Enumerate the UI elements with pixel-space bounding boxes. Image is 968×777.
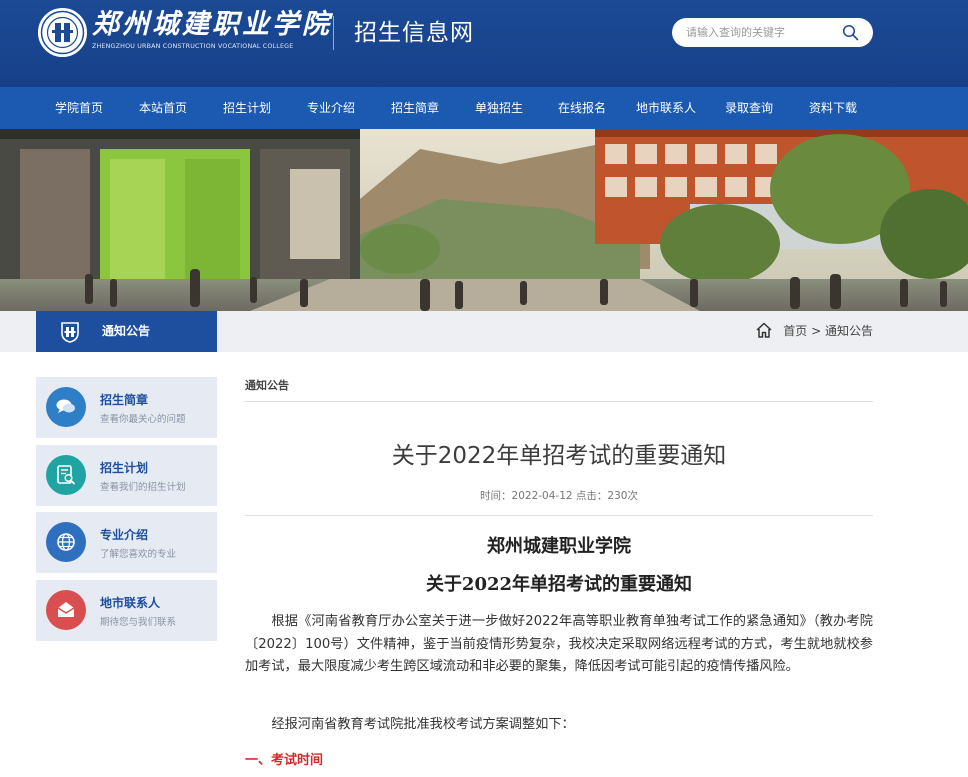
college-emblem-icon <box>61 322 79 343</box>
nav-item-admission-query[interactable]: 录取查询 <box>725 87 773 129</box>
sidebar-item-enrollment-plan[interactable]: 招生计划 查看我们的招生计划 <box>36 445 217 506</box>
search-input[interactable] <box>686 24 836 41</box>
nav-item-enrollment-plan[interactable]: 招生计划 <box>223 87 271 129</box>
content-section-header: 通知公告 <box>245 377 873 402</box>
meta-divider <box>245 515 873 516</box>
college-name-cn: 郑州城建职业学院 <box>92 9 332 40</box>
nav-item-admission-guide[interactable]: 招生简章 <box>391 87 439 129</box>
main-nav: 学院首页 本站首页 招生计划 专业介绍 招生简章 单独招生 在线报名 地市联系人… <box>0 87 968 129</box>
header-divider <box>333 16 334 50</box>
article-meta: 时间：2022-04-12 点击：230次 <box>480 490 638 502</box>
section-title: 通知公告 <box>102 324 151 338</box>
chat-bubbles-icon <box>56 399 75 413</box>
sidebar-icon-circle <box>46 387 86 427</box>
nav-item-college-home[interactable]: 学院首页 <box>55 87 103 129</box>
breadcrumb: 首页 > 通知公告 <box>755 311 873 352</box>
sidebar-item-desc: 期待您与我们联系 <box>100 617 177 628</box>
campus-banner-image <box>0 129 968 311</box>
nav-item-city-contacts[interactable]: 地市联系人 <box>636 87 696 129</box>
globe-icon <box>57 533 75 551</box>
sidebar-item-city-contacts[interactable]: 地市联系人 期待您与我们联系 <box>36 580 217 641</box>
document-school-name: 郑州城建职业学院 <box>487 536 631 557</box>
article-title: 关于2022年单招考试的重要通知 <box>391 443 727 469</box>
section-heading-exam-time: 一、考试时间 <box>245 753 324 768</box>
document-search-icon <box>57 465 75 485</box>
college-seal-logo[interactable] <box>38 8 87 57</box>
nav-item-downloads[interactable]: 资料下载 <box>809 87 857 129</box>
college-name-en: ZHENGZHOU URBAN CONSTRUCTION VOCATIONAL … <box>92 43 294 50</box>
nav-item-online-apply[interactable]: 在线报名 <box>558 87 606 129</box>
home-icon <box>756 322 772 338</box>
sidebar-item-title: 专业介绍 <box>100 528 149 542</box>
sidebar-icon-circle <box>46 522 86 562</box>
search-box <box>672 18 873 47</box>
location-bar: 通知公告 首页 > 通知公告 <box>0 311 968 352</box>
sidebar-item-admission-guide[interactable]: 招生简章 查看你最关心的问题 <box>36 377 217 438</box>
sidebar-item-desc: 查看我们的招生计划 <box>100 482 186 493</box>
breadcrumb-separator: > <box>811 324 822 338</box>
nav-item-majors[interactable]: 专业介绍 <box>307 87 355 129</box>
sidebar-icon-circle <box>46 590 86 630</box>
breadcrumb-home-link[interactable]: 首页 <box>783 324 807 338</box>
site-name: 招生信息网 <box>354 20 474 46</box>
sidebar-item-title: 地市联系人 <box>100 596 161 610</box>
sidebar-item-title: 招生计划 <box>100 461 149 475</box>
nav-item-separate-enrollment[interactable]: 单独招生 <box>475 87 523 129</box>
envelope-icon <box>57 602 75 617</box>
sidebar-item-desc: 查看你最关心的问题 <box>100 414 186 425</box>
sidebar-item-desc: 了解您喜欢的专业 <box>100 549 177 560</box>
document-title: 关于2022年单招考试的重要通知 <box>425 574 693 595</box>
sidebar-item-majors[interactable]: 专业介绍 了解您喜欢的专业 <box>36 512 217 573</box>
article-paragraph: 经报河南省教育考试院批准我校考试方案调整如下： <box>271 717 575 732</box>
breadcrumb-current[interactable]: 通知公告 <box>825 324 873 338</box>
article-paragraph: 根据《河南省教育厅办公室关于进一步做好2022年高等职业教育单独考试工作的紧急通… <box>245 614 873 674</box>
site-header: 郑州城建职业学院 ZHENGZHOU URBAN CONSTRUCTION VO… <box>0 0 968 87</box>
search-icon[interactable] <box>842 24 859 41</box>
college-logo-text[interactable]: 郑州城建职业学院 ZHENGZHOU URBAN CONSTRUCTION VO… <box>92 9 332 51</box>
sidebar-icon-circle <box>46 455 86 495</box>
section-tab: 通知公告 <box>36 311 217 352</box>
sidebar-item-title: 招生简章 <box>100 393 149 407</box>
nav-item-site-home[interactable]: 本站首页 <box>139 87 187 129</box>
